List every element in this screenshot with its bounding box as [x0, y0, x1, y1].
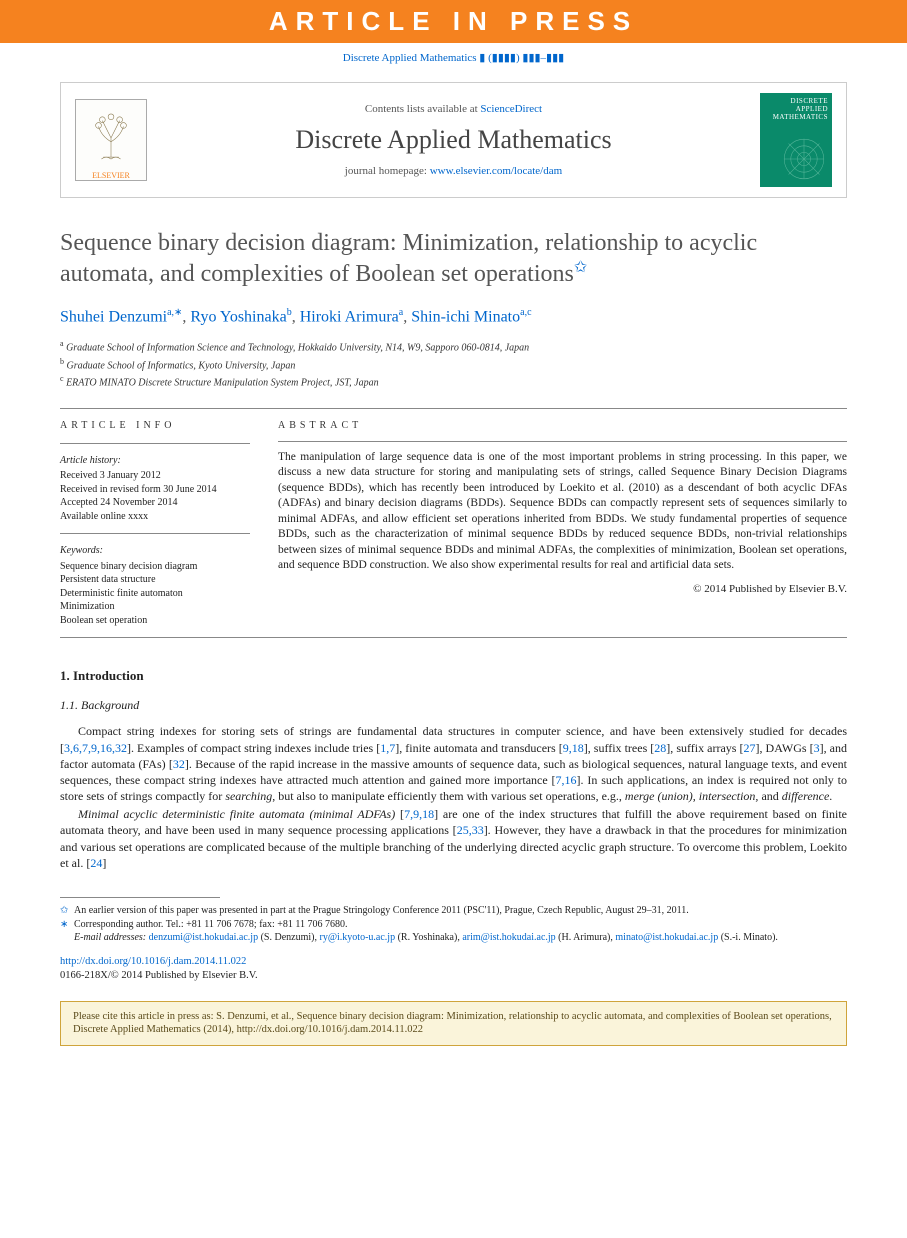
keyword: Persistent data structure: [60, 573, 250, 587]
author-link[interactable]: Hiroki Arimura: [300, 308, 399, 325]
history-line: Received 3 January 2012: [60, 469, 250, 483]
citation-link[interactable]: 7,16: [556, 773, 577, 787]
journal-title: Discrete Applied Mathematics: [161, 125, 746, 155]
citation-link[interactable]: 7,9,18: [404, 807, 434, 821]
elsevier-logo: ELSEVIER: [75, 99, 147, 181]
keyword: Deterministic finite automaton: [60, 587, 250, 601]
email-link[interactable]: minato@ist.hokudai.ac.jp: [615, 932, 718, 943]
sciencedirect-link[interactable]: ScienceDirect: [480, 103, 542, 115]
author-link[interactable]: Ryo Yoshinaka: [190, 308, 286, 325]
article-title: Sequence binary decision diagram: Minimi…: [60, 228, 847, 289]
elsevier-wordmark: ELSEVIER: [92, 171, 130, 180]
citation-box: Please cite this article in press as: S.…: [60, 1001, 847, 1046]
abstract-copyright: © 2014 Published by Elsevier B.V.: [278, 582, 847, 597]
doi-block: http://dx.doi.org/10.1016/j.dam.2014.11.…: [60, 955, 847, 983]
footnote-rule: [60, 897, 220, 898]
footnotes: ✩An earlier version of this paper was pr…: [60, 904, 847, 945]
citation-link[interactable]: 25,33: [457, 823, 484, 837]
footnote-marker: ✩: [60, 904, 74, 918]
doi-link[interactable]: http://dx.doi.org/10.1016/j.dam.2014.11.…: [60, 956, 246, 967]
keyword: Minimization: [60, 600, 250, 614]
article-info: ARTICLE INFO Article history: Received 3…: [60, 409, 264, 637]
author-link[interactable]: Shuhei Denzumi: [60, 308, 167, 325]
journal-cover-thumbnail: DISCRETE APPLIED MATHEMATICS: [760, 93, 832, 187]
affiliations: a Graduate School of Information Science…: [60, 338, 847, 390]
citation-link[interactable]: 32: [173, 757, 185, 771]
section-1-heading: 1. Introduction: [60, 668, 847, 684]
history-heading: Article history:: [60, 454, 250, 468]
citation-link[interactable]: 3,6,7,9,16,32: [64, 741, 127, 755]
abstract-text: The manipulation of large sequence data …: [278, 450, 847, 574]
keyword: Boolean set operation: [60, 614, 250, 628]
elsevier-tree-icon: [87, 100, 135, 171]
author-link[interactable]: Shin-ichi Minato: [411, 308, 520, 325]
journal-reference: Discrete Applied Mathematics ▮ (▮▮▮▮) ▮▮…: [0, 43, 907, 72]
citation-link[interactable]: 27: [744, 741, 756, 755]
info-abstract-row: ARTICLE INFO Article history: Received 3…: [60, 408, 847, 638]
abstract-label: ABSTRACT: [278, 419, 847, 433]
contents-available: Contents lists available at ScienceDirec…: [161, 103, 746, 115]
citation-link[interactable]: 1,7: [380, 741, 395, 755]
abstract: ABSTRACT The manipulation of large seque…: [264, 409, 847, 637]
article-in-press-banner: ARTICLE IN PRESS: [0, 0, 907, 43]
email-label: E-mail addresses:: [74, 932, 146, 943]
history-line: Available online xxxx: [60, 510, 250, 524]
citation-link[interactable]: 9,18: [563, 741, 584, 755]
section-1-1-heading: 1.1. Background: [60, 698, 847, 713]
footnote-marker: ∗: [60, 918, 74, 932]
homepage-link[interactable]: www.elsevier.com/locate/dam: [430, 165, 562, 177]
citation-link[interactable]: 28: [654, 741, 666, 755]
email-link[interactable]: denzumi@ist.hokudai.ac.jp: [149, 932, 258, 943]
title-footnote-marker: ✩: [574, 259, 587, 276]
citation-link[interactable]: 24: [90, 856, 102, 870]
body-paragraph: Minimal acyclic deterministic finite aut…: [60, 806, 847, 871]
keyword: Sequence binary decision diagram: [60, 560, 250, 574]
history-line: Accepted 24 November 2014: [60, 496, 250, 510]
article-info-label: ARTICLE INFO: [60, 419, 250, 433]
keywords-heading: Keywords:: [60, 544, 250, 558]
email-link[interactable]: ry@i.kyoto-u.ac.jp: [319, 932, 395, 943]
journal-homepage: journal homepage: www.elsevier.com/locat…: [161, 165, 746, 177]
email-link[interactable]: arim@ist.hokudai.ac.jp: [462, 932, 555, 943]
author-list: Shuhei Denzumia,∗, Ryo Yoshinakab, Hirok…: [60, 307, 847, 326]
journal-header: ELSEVIER Contents lists available at Sci…: [60, 82, 847, 198]
history-line: Received in revised form 30 June 2014: [60, 483, 250, 497]
body-paragraph: Compact string indexes for storing sets …: [60, 723, 847, 804]
issn-copyright: 0166-218X/© 2014 Published by Elsevier B…: [60, 970, 258, 981]
